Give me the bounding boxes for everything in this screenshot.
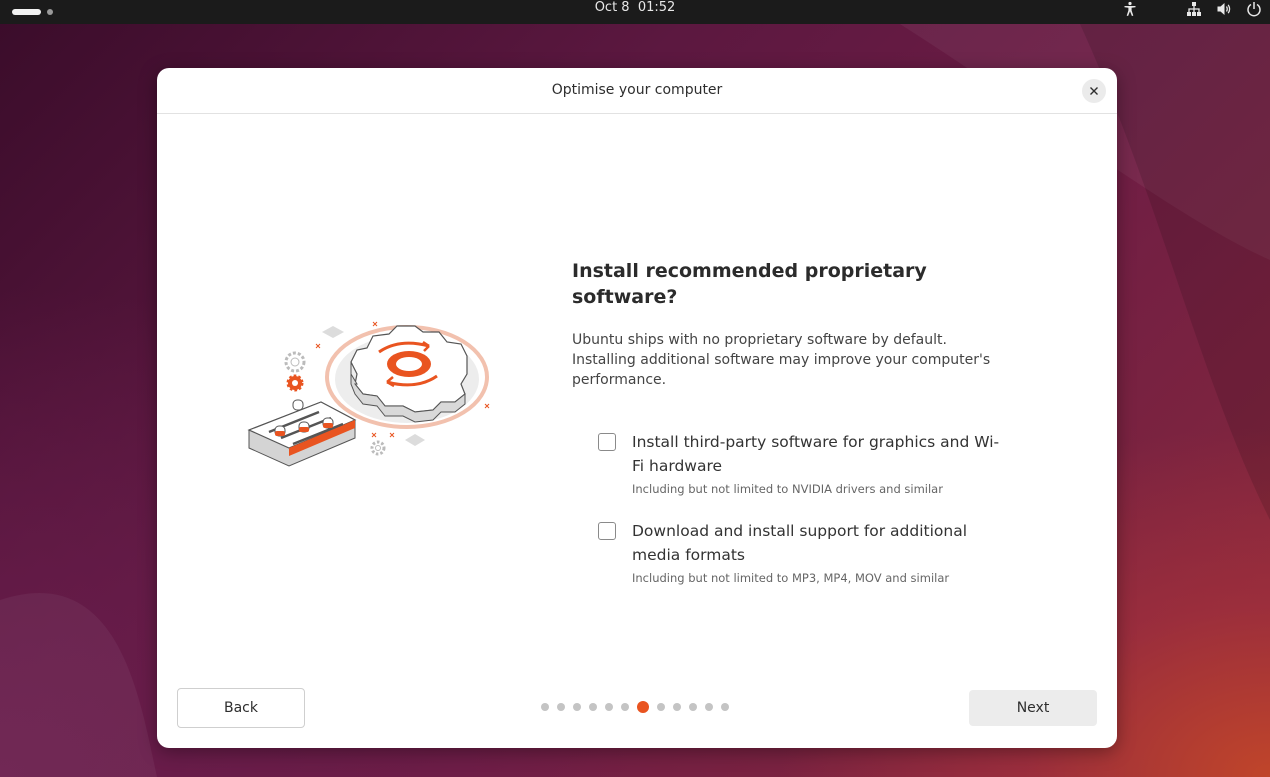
next-button[interactable]: Next: [969, 690, 1097, 726]
network-icon[interactable]: [1186, 1, 1202, 17]
option-text: Download and install support for additio…: [632, 519, 1002, 586]
step-indicator: [541, 700, 729, 714]
option-label[interactable]: Download and install support for additio…: [632, 519, 1002, 567]
back-button[interactable]: Back: [177, 688, 305, 728]
third-party-software-checkbox[interactable]: [598, 433, 616, 451]
step-dot: [689, 703, 697, 711]
installer-dialog: Optimise your computer Install recommend…: [157, 68, 1117, 748]
page-heading: Install recommended proprietary software…: [572, 260, 927, 308]
step-dot-current: [637, 701, 649, 713]
step-dot: [541, 703, 549, 711]
close-button[interactable]: [1082, 79, 1106, 103]
page-description: Ubuntu ships with no proprietary softwar…: [572, 332, 991, 388]
step-dot: [705, 703, 713, 711]
step-dot: [657, 703, 665, 711]
step-dot: [621, 703, 629, 711]
step-dot: [557, 703, 565, 711]
optimise-illustration: [247, 321, 490, 467]
media-formats-checkbox[interactable]: [598, 522, 616, 540]
option-hint: Including but not limited to MP3, MP4, M…: [632, 571, 950, 585]
options-list: Install third-party software for graphic…: [598, 430, 1002, 586]
close-icon: [1090, 87, 1098, 95]
step-dot: [589, 703, 597, 711]
step-dot: [721, 703, 729, 711]
clock-date: Oct 8: [594, 0, 630, 15]
top-bar: Oct 8 01:52: [0, 0, 1270, 24]
option-media-formats[interactable]: Download and install support for additio…: [598, 519, 1002, 586]
dialog-header: Optimise your computer: [157, 68, 1117, 114]
option-text: Install third-party software for graphic…: [632, 430, 1002, 497]
step-dot: [573, 703, 581, 711]
volume-icon[interactable]: [1216, 1, 1232, 17]
main-content: Install recommended proprietary software…: [572, 258, 1002, 608]
option-label[interactable]: Install third-party software for graphic…: [632, 430, 1002, 478]
system-tray[interactable]: [1122, 1, 1262, 17]
power-icon[interactable]: [1246, 1, 1262, 17]
dialog-title: Optimise your computer: [551, 82, 723, 98]
option-third-party-software[interactable]: Install third-party software for graphic…: [598, 430, 1002, 497]
option-hint: Including but not limited to NVIDIA driv…: [632, 482, 943, 496]
step-dot: [673, 703, 681, 711]
accessibility-icon[interactable]: [1122, 1, 1138, 17]
step-dot: [605, 703, 613, 711]
clock[interactable]: Oct 8 01:52: [0, 0, 1270, 16]
clock-time: 01:52: [637, 0, 676, 15]
